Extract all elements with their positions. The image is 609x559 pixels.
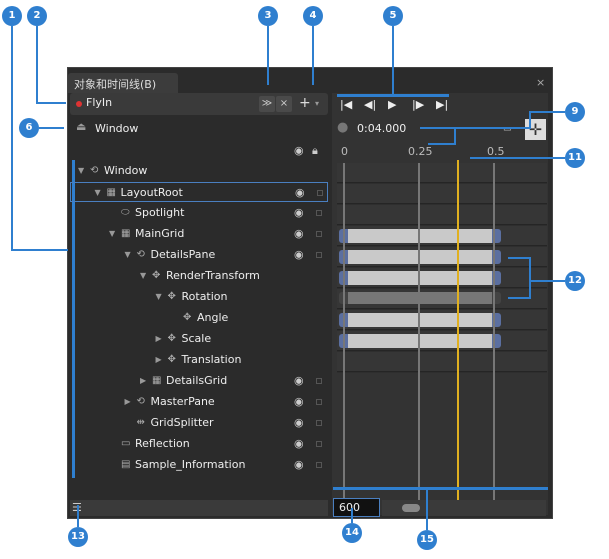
callout-marker: 9 (565, 102, 585, 122)
callout-marker: 15 (417, 530, 437, 550)
callout-lines (11, 26, 565, 530)
callout-marker: 3 (258, 6, 278, 26)
callout-marker: 13 (68, 527, 88, 547)
callout-marker: 11 (565, 148, 585, 168)
callout-marker: 6 (19, 118, 39, 138)
callout-marker: 12 (565, 271, 585, 291)
callout-marker: 4 (303, 6, 323, 26)
callout-marker: 1 (2, 6, 22, 26)
callout-marker: 2 (27, 6, 47, 26)
callout-marker: 14 (342, 523, 362, 543)
callout-marker: 5 (383, 6, 403, 26)
